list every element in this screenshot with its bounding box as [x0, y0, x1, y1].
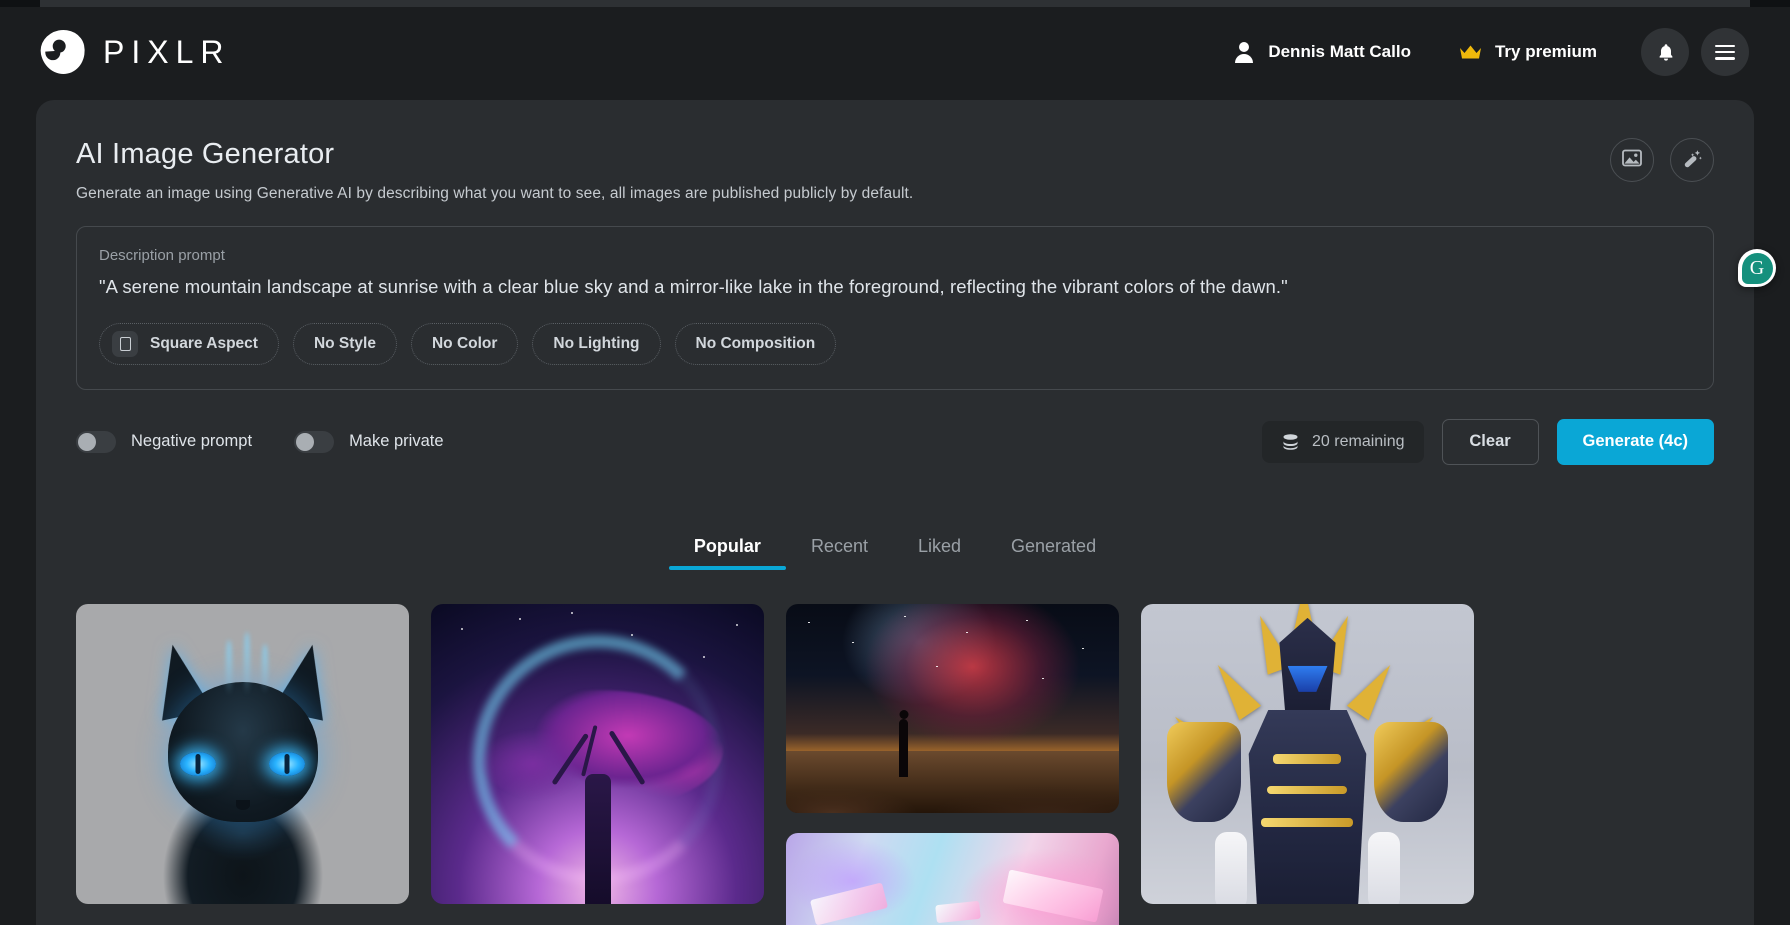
try-premium-label: Try premium [1494, 42, 1597, 61]
site-header: PIXLR Dennis Matt Callo Try premium [0, 7, 1790, 97]
knight-pauldron-right [1374, 721, 1448, 822]
gallery-item-golden-armored-knight[interactable] [1141, 603, 1474, 904]
crown-icon [1459, 44, 1482, 60]
chip-label: No Composition [695, 334, 816, 352]
image-icon [1621, 147, 1643, 174]
page-title: AI Image Generator [76, 138, 335, 170]
chip-label: No Style [313, 334, 376, 352]
make-private-label: Make private [349, 432, 444, 451]
cat-flame [262, 643, 268, 694]
cat-flame [226, 639, 232, 696]
credits-stack-icon [1281, 433, 1299, 451]
browser-strip-left-edge [0, 0, 40, 7]
toggle-knob [78, 432, 96, 451]
card-content: AI Image Generator Generate an image usi… [36, 100, 1754, 925]
chip-label: No Color [431, 334, 498, 352]
browser-strip-right-edge [1750, 0, 1790, 7]
knight-arm-right [1368, 831, 1400, 904]
pixlr-leaf-logo-icon [36, 25, 90, 79]
knight-torso [1248, 709, 1367, 904]
notifications-button[interactable] [1641, 28, 1689, 76]
square-aspect-icon [112, 330, 138, 357]
make-private-toggle[interactable] [294, 430, 335, 453]
prompt-label: Description prompt [99, 247, 225, 264]
main-menu-button[interactable] [1701, 28, 1749, 76]
browser-chrome-strip [0, 0, 1790, 7]
gallery-item-neon-blue-eyed-cat[interactable] [76, 603, 409, 904]
chip-label: No Lighting [553, 334, 640, 352]
stargazer-silhouette [899, 718, 909, 777]
person-icon [1234, 42, 1254, 63]
generate-button[interactable]: Generate (4c) [1556, 418, 1714, 465]
tree-trunk [584, 773, 611, 904]
prompt-box[interactable]: Description prompt "A serene mountain la… [76, 226, 1714, 390]
gallery-column [786, 603, 1119, 925]
knight-arm-left [1215, 831, 1247, 904]
gallery-column [76, 603, 409, 904]
knight-pauldron-left [1167, 721, 1241, 822]
gallery-tabs: Popular Recent Liked Generated [76, 536, 1714, 570]
controls-row: Negative prompt Make private 20 remainin… [76, 416, 1714, 468]
user-account-button[interactable]: Dennis Matt Callo [1234, 42, 1411, 63]
header-actions: Dennis Matt Callo Try premium [1234, 28, 1749, 76]
negative-prompt-toggle[interactable] [76, 430, 116, 453]
gallery-item-pink-pastel-scene[interactable] [786, 832, 1119, 925]
grammarly-icon: G [1741, 252, 1773, 284]
cat-eye-right [269, 751, 305, 776]
chip-square-aspect[interactable]: Square Aspect [99, 322, 279, 365]
magic-wand-icon [1681, 147, 1703, 174]
chip-no-color[interactable]: No Color [410, 322, 519, 365]
make-private-toggle-group[interactable]: Make private [294, 430, 444, 453]
gallery-column [431, 603, 764, 904]
chip-no-style[interactable]: No Style [292, 322, 397, 365]
chip-no-composition[interactable]: No Composition [674, 322, 837, 365]
magic-wand-button[interactable] [1670, 138, 1714, 182]
clear-button[interactable]: Clear [1441, 418, 1539, 465]
controls-right: 20 remaining Clear Generate (4c) [1262, 418, 1714, 465]
negative-prompt-label: Negative prompt [131, 432, 253, 451]
logo-text: PIXLR [103, 33, 231, 70]
cat-nose [235, 799, 250, 810]
try-premium-button[interactable]: Try premium [1459, 42, 1597, 62]
ai-generator-card: AI Image Generator Generate an image usi… [36, 100, 1754, 925]
chip-label: Square Aspect [150, 334, 258, 352]
page-subtitle: Generate an image using Generative AI by… [76, 185, 914, 202]
negative-prompt-toggle-group[interactable]: Negative prompt [76, 430, 253, 453]
pixlr-logo[interactable]: PIXLR [36, 25, 231, 79]
hamburger-menu-icon [1715, 44, 1735, 60]
tab-popular[interactable]: Popular [668, 536, 786, 570]
image-mode-button[interactable] [1610, 138, 1654, 182]
prompt-input[interactable]: "A serene mountain landscape at sunrise … [99, 274, 1691, 301]
credits-badge: 20 remaining [1262, 420, 1424, 463]
desert-dunes [786, 750, 1119, 813]
prompt-option-chips: Square Aspect No Style No Color No Light… [99, 322, 1691, 365]
chip-no-lighting[interactable]: No Lighting [532, 322, 661, 365]
gallery-item-cosmic-purple-tree[interactable] [431, 603, 764, 904]
card-tool-buttons [1610, 138, 1714, 182]
cat-eye-left [180, 751, 216, 776]
cat-flame [244, 631, 250, 696]
tab-liked[interactable]: Liked [893, 536, 986, 570]
page-root: PIXLR Dennis Matt Callo Try premium AI I… [0, 0, 1790, 925]
tab-recent[interactable]: Recent [786, 536, 893, 570]
tab-generated[interactable]: Generated [986, 536, 1121, 570]
grammarly-widget[interactable]: G [1738, 249, 1776, 287]
bell-icon [1658, 43, 1673, 61]
user-name-label: Dennis Matt Callo [1268, 42, 1411, 61]
toggle-knob [296, 432, 315, 451]
credits-label: 20 remaining [1312, 432, 1405, 450]
gallery-item-milky-way-stargazer[interactable] [786, 603, 1119, 813]
gallery-column [1141, 603, 1474, 904]
image-gallery [76, 603, 1714, 925]
